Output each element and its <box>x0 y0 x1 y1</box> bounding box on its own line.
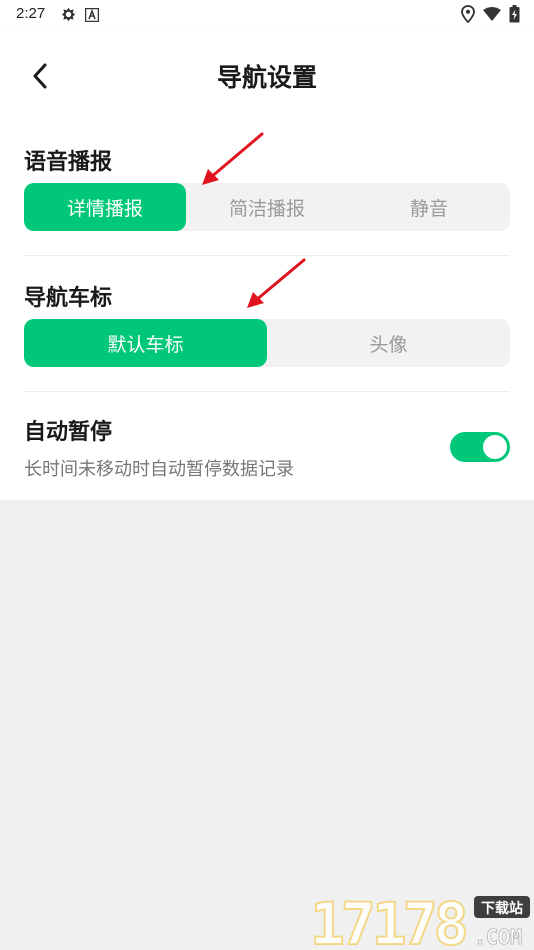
wifi-icon <box>483 6 501 26</box>
voice-broadcast-selector: 详情播报 简洁播报 静音 <box>24 183 510 231</box>
status-left-icons <box>60 6 100 27</box>
text-a-icon <box>84 7 100 26</box>
status-right-icons <box>461 5 520 27</box>
auto-pause-description: 长时间未移动时自动暂停数据记录 <box>24 459 294 480</box>
voice-section-title: 语音播报 <box>24 150 113 175</box>
svg-text:.COM: .COM <box>474 925 522 949</box>
site-watermark: 17178 下载站 .COM <box>308 889 534 950</box>
divider <box>24 391 510 392</box>
marker-option-default[interactable]: 默认车标 <box>24 319 267 367</box>
voice-option-detail[interactable]: 详情播报 <box>24 183 186 231</box>
auto-pause-toggle[interactable] <box>450 432 510 462</box>
settings-gear-icon <box>60 6 77 27</box>
voice-option-concise[interactable]: 简洁播报 <box>186 183 348 231</box>
battery-charging-icon <box>509 5 520 27</box>
nav-marker-selector: 默认车标 头像 <box>24 319 510 367</box>
voice-option-mute[interactable]: 静音 <box>348 183 510 231</box>
svg-text:下载站: 下载站 <box>481 900 523 917</box>
annotation-arrow-icon <box>202 132 264 185</box>
location-pin-icon <box>461 5 475 27</box>
marker-section-title: 导航车标 <box>24 286 113 311</box>
auto-pause-title: 自动暂停 <box>24 420 113 445</box>
marker-option-avatar[interactable]: 头像 <box>267 319 510 367</box>
toggle-knob <box>483 435 507 459</box>
annotation-arrow-icon <box>247 258 306 308</box>
page-title: 导航设置 <box>216 63 317 92</box>
status-bar: 2:27 <box>0 0 534 30</box>
watermark-logo-icon: 17178 下载站 .COM <box>309 889 530 950</box>
status-time: 2:27 <box>16 5 46 22</box>
app-bar: 导航设置 <box>0 30 534 122</box>
svg-text:17178: 17178 <box>310 890 466 950</box>
